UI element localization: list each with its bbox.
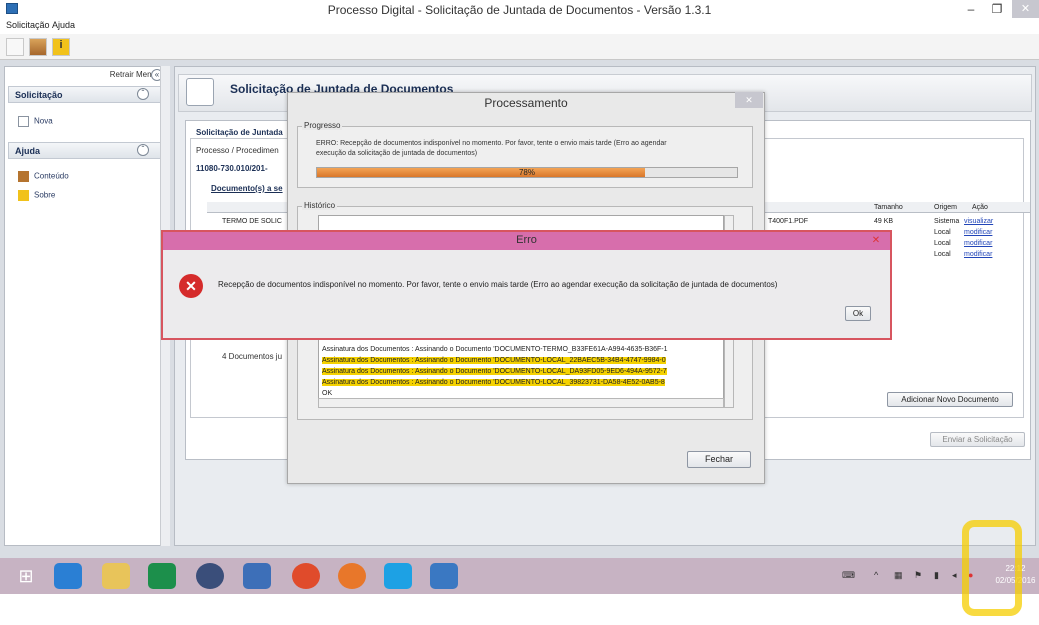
add-document-button[interactable]: Adicionar Novo Documento [887,392,1013,407]
close-button[interactable]: ✕ [1012,0,1039,18]
chrome-icon[interactable] [292,563,320,589]
book-icon [18,171,29,182]
documents-label: Documento(s) a se [211,184,283,193]
chevron-up-icon[interactable]: ˆ [137,88,149,100]
grid-row-origin: Local [934,251,951,258]
log-horizontal-scrollbar[interactable] [318,398,724,408]
toolbar [0,34,1039,60]
sidebar-section-title: Ajuda [15,146,41,156]
progress-group-label: Progresso [302,121,343,130]
maximize-button[interactable]: ❐ [984,0,1010,18]
window-title: Processo Digital - Solicitação de Juntad… [327,3,712,17]
info-icon[interactable]: i [52,38,70,56]
app-window: Processo Digital - Solicitação de Juntad… [0,0,1039,558]
grid-file-name: T400F1.PDF [768,218,809,225]
sidebar-item-label: Nova [34,116,53,126]
chevron-up-icon[interactable]: ˆ [137,144,149,156]
grid-row-size: 49 KB [874,218,894,225]
document-refresh-icon [186,78,214,106]
minimize-button[interactable]: – [958,0,984,18]
processo-digital-taskbar-icon[interactable] [430,563,458,589]
battery-icon[interactable]: ▮ [934,570,939,581]
progress-message-line2: execução da solicitação de juntada de do… [316,150,478,157]
grid-row-origin: Local [934,240,951,247]
view-link[interactable]: visualizar [964,218,993,225]
close-processing-button[interactable]: Fechar [687,451,751,468]
progress-group [297,126,753,188]
send-request-button[interactable]: Enviar a Solicitação [930,432,1025,447]
modify-link[interactable]: modificar [964,229,992,236]
menu-bar [0,18,1039,34]
error-message: Recepção de documentos indisponível no m… [218,280,778,289]
processing-close-icon[interactable]: ✕ [735,92,763,108]
error-icon: ✕ [179,274,203,298]
modify-link[interactable]: modificar [964,240,992,247]
history-group-label: Histórico [302,201,338,210]
sidebar-item-label: Sobre [34,190,56,200]
grid-doc-name: TERMO DE SOLIC [222,218,282,225]
grid-row-origin: Local [934,229,951,236]
progress-message-line1: ERRO: Recepção de documentos indisponíve… [316,140,667,147]
menu-solicitacao[interactable]: Solicitação [6,20,50,30]
new-document-icon[interactable] [6,38,24,56]
yellow-highlight-clock [962,520,1022,616]
ok-button[interactable]: Ok [845,306,871,321]
sidebar-item-label: Conteúdo [34,171,69,181]
flag-icon[interactable]: ⚑ [914,570,922,581]
error-close-icon[interactable]: ✕ [866,233,886,248]
progress-percent: 78% [518,168,535,177]
store-icon[interactable] [148,563,176,589]
log-line: Assinatura dos Documentos : Assinando o … [322,346,668,353]
processing-title: Processamento [484,96,568,110]
grid-header-origem: Origem [934,204,957,211]
grid-row-origin: Sistema [934,218,960,225]
process-label: Processo / Procedimen [196,146,279,155]
grid-header-tamanho: Tamanho [874,204,903,211]
process-number: 11080-730.010/201- [196,164,268,173]
sidebar [4,66,168,546]
sidebar-item-sobre[interactable]: Sobre [18,190,55,201]
sidebar-item-nova[interactable]: Nova [18,116,53,127]
network-icon[interactable]: ▦ [894,570,903,581]
documents-count: 4 Documentos ju [222,352,283,361]
skype-icon[interactable] [384,563,412,589]
tray-arrow-icon[interactable]: ^ [874,570,878,580]
clock-app-icon[interactable] [243,563,271,589]
keyboard-icon[interactable]: ⌨ [842,570,855,581]
info-icon [18,190,29,201]
log-line: OK [322,390,333,397]
log-line: Assinatura dos Documentos : Assinando o … [322,368,667,375]
internet-explorer-icon[interactable] [54,563,82,589]
log-line: Assinatura dos Documentos : Assinando o … [322,379,665,386]
book-icon[interactable] [29,38,47,56]
error-title: Erro [516,234,537,246]
firefox-icon[interactable] [338,563,366,589]
volume-icon[interactable]: ◂ [952,570,957,581]
grid-header-acao: Ação [972,204,988,211]
windows-start-icon[interactable]: ⊞ [12,563,40,589]
modify-link[interactable]: modificar [964,251,992,258]
panel-tab[interactable]: Solicitação de Juntada [196,128,283,137]
collapse-menu-label[interactable]: Retrair Menu [8,70,156,79]
media-icon[interactable] [196,563,224,589]
sidebar-item-conteudo[interactable]: Conteúdo [18,171,69,182]
menu-ajuda[interactable]: Ajuda [52,20,75,30]
document-icon [18,116,29,127]
file-explorer-icon[interactable] [102,563,130,589]
sidebar-section-title: Solicitação [15,90,63,100]
log-line: Assinatura dos Documentos : Assinando o … [322,357,666,364]
